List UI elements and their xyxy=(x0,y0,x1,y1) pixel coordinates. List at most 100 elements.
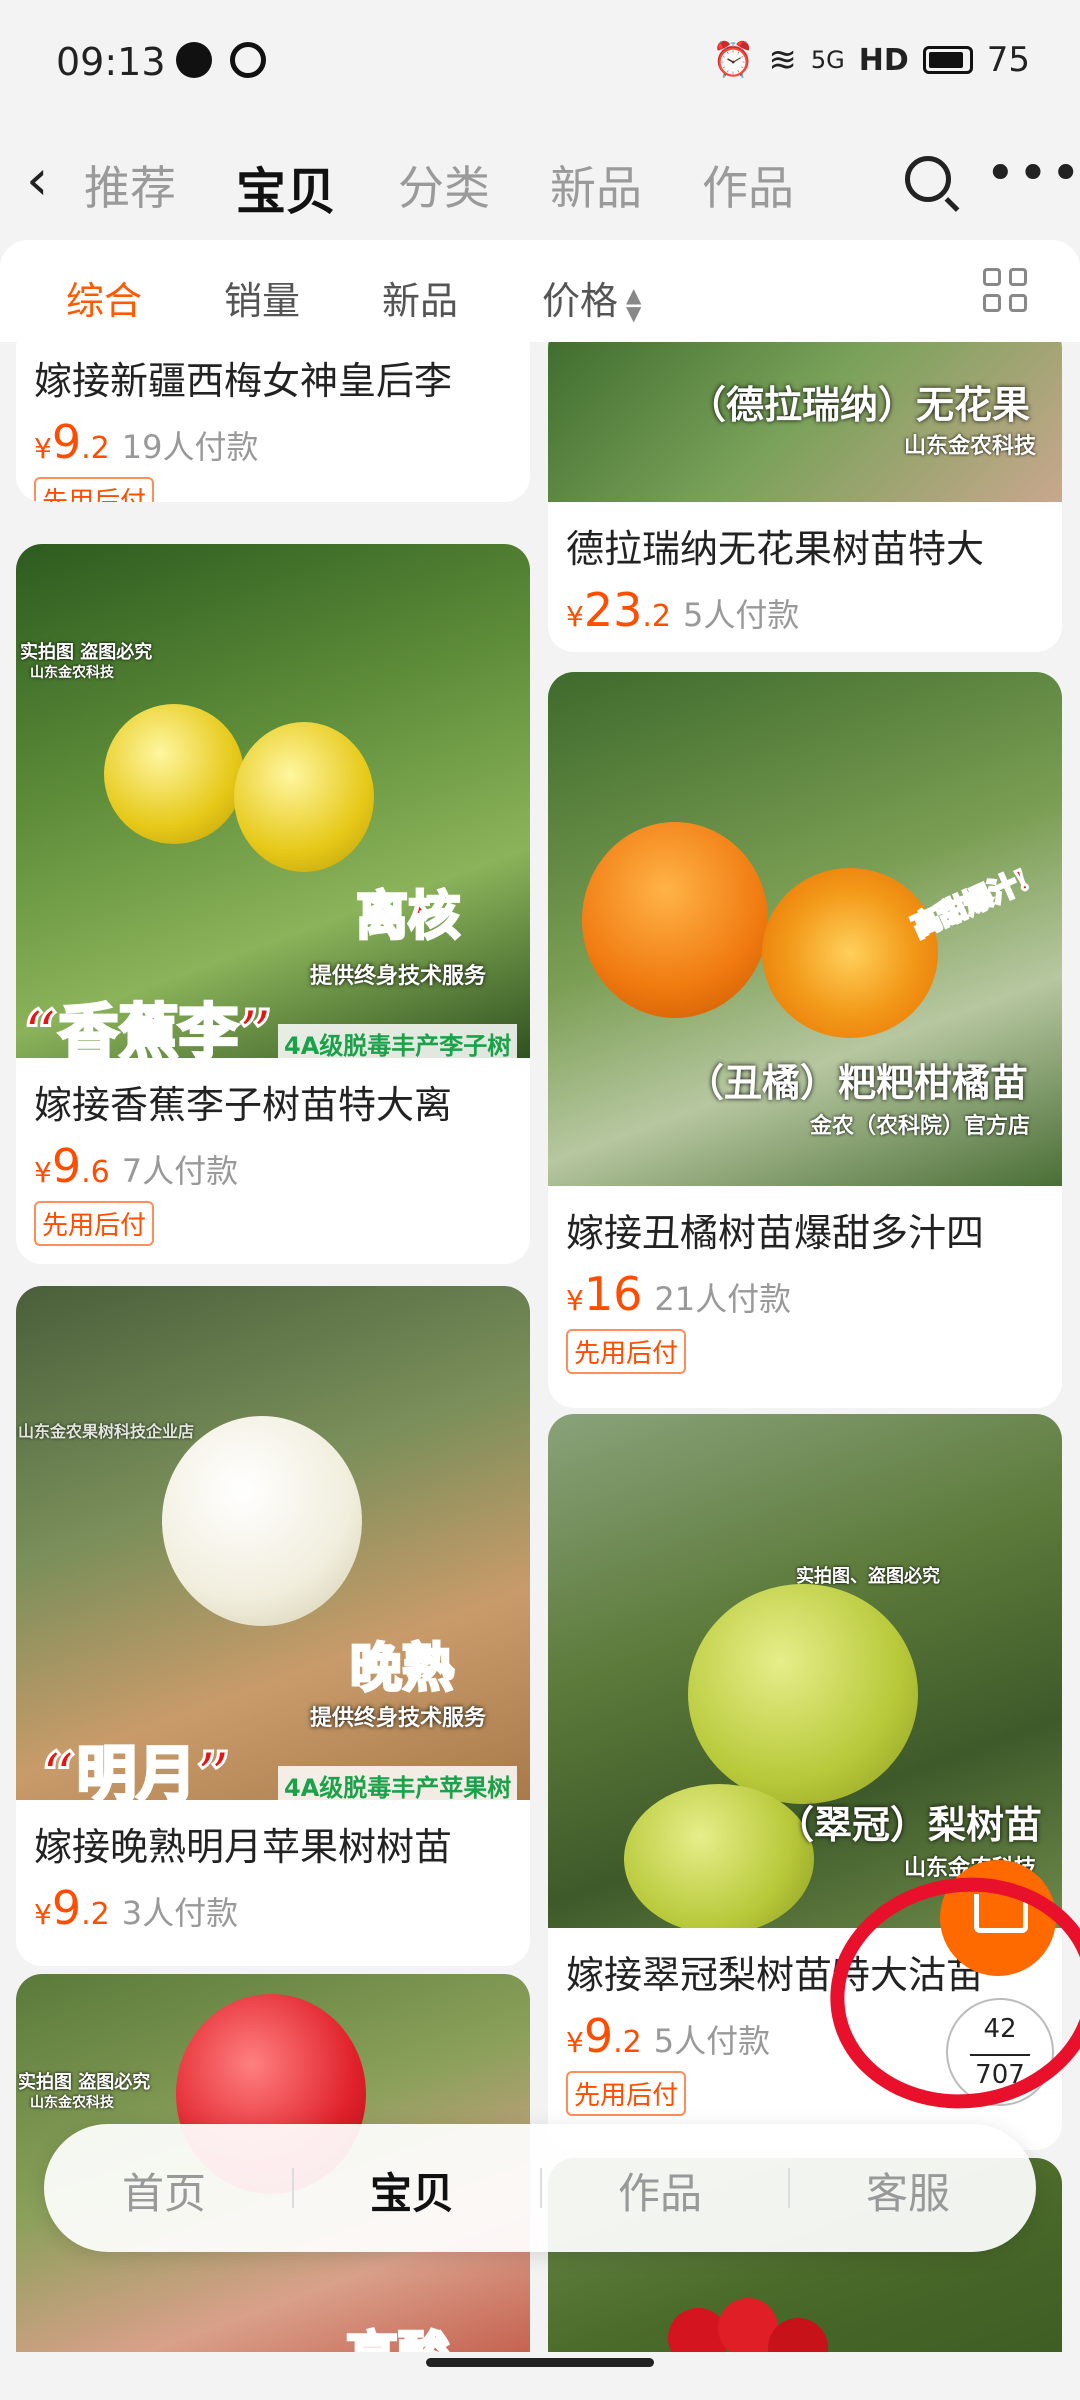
product-image: 实拍图 盗图必究 山东金农科技 离核 提供终身技术服务 “香蕉李” 4A级脱毒丰… xyxy=(16,544,530,1058)
price-decimal: .6 xyxy=(81,1155,110,1190)
image-brand: 山东金农科技 xyxy=(30,665,114,681)
status-bar: 09:13 ⏰ ≋ 5G HD 75 xyxy=(0,0,1080,126)
tab-works[interactable]: 作品 xyxy=(702,152,794,218)
currency-symbol: ¥ xyxy=(566,1284,584,1317)
currency-symbol: ¥ xyxy=(34,432,52,465)
hd-label: HD xyxy=(858,42,909,78)
product-card[interactable]: 实拍图 盗图必究 山东金农科技 离核 提供终身技术服务 “香蕉李” 4A级脱毒丰… xyxy=(16,544,530,1264)
alarm-icon: ⏰ xyxy=(712,40,755,80)
home-indicator[interactable] xyxy=(426,2358,654,2367)
bottom-tab-bar: 首页 宝贝 作品 客服 xyxy=(44,2124,1036,2252)
price-integer: 9 xyxy=(51,1881,82,1935)
image-service: 提供终身技术服务 xyxy=(310,964,487,989)
sort-arrows-icon: ▲ ▼ xyxy=(626,282,642,325)
image-watermark: 山东金农果树科技企业店 xyxy=(18,1422,195,1441)
image-brand: 山东金农科技 xyxy=(904,434,1037,459)
image-side-label: 晚熟 xyxy=(348,1637,455,1701)
image-watermark: 实拍图 盗图必究 xyxy=(20,642,153,663)
grid-view-icon[interactable] xyxy=(983,268,1031,316)
price-decimal: .2 xyxy=(642,599,671,634)
image-side-label: 高酸 xyxy=(344,2314,451,2353)
bottom-tab-home[interactable]: 首页 xyxy=(122,2160,206,2221)
fruit-shape xyxy=(234,722,374,872)
product-title: 嫁接晚熟明月苹果树树苗 xyxy=(34,1825,453,1869)
fruit-shape xyxy=(688,1584,918,1804)
bottom-tab-items[interactable]: 宝贝 xyxy=(370,2160,454,2221)
tab-new[interactable]: 新品 xyxy=(550,152,642,218)
price-decimal: .2 xyxy=(81,1897,110,1932)
sold-count: 21人付款 xyxy=(654,1280,792,1318)
tab-separator xyxy=(292,2168,294,2208)
price-row: ¥9.6 7人付款 xyxy=(16,1129,530,1193)
image-caption: （丑橘）粑粑柑橘苗 xyxy=(686,1061,1029,1105)
image-brand: 金农（农科院）官方店 xyxy=(810,1114,1031,1139)
bottom-tab-service[interactable]: 客服 xyxy=(866,2160,950,2221)
store-nav: ‹ 推荐 宝贝 分类 新品 作品 ••• xyxy=(0,126,1080,238)
price-row: ¥23.2 5人付款 xyxy=(548,573,1062,637)
product-card[interactable]: （德拉瑞纳）无花果 山东金农科技 德拉瑞纳无花果树苗特大 ¥23.2 5人付款 xyxy=(548,342,1062,652)
image-caption: （德拉瑞纳）无花果 xyxy=(688,383,1031,427)
filter-new[interactable]: 新品 xyxy=(382,270,458,325)
product-title: 德拉瑞纳无花果树苗特大 xyxy=(566,527,985,571)
price-integer: 9 xyxy=(583,2009,614,2063)
product-title: 嫁接香蕉李子树苗特大离 xyxy=(34,1083,453,1127)
more-icon[interactable]: ••• xyxy=(985,144,1080,204)
price-decimal: .2 xyxy=(613,2025,642,2060)
filter-overall[interactable]: 综合 xyxy=(66,270,142,325)
tab-recommend[interactable]: 推荐 xyxy=(84,152,176,218)
sort-filter-bar: 综合 销量 新品 价格 ▲ ▼ xyxy=(0,240,1080,342)
tab-separator xyxy=(788,2168,790,2208)
signal-label: 5G xyxy=(810,46,845,74)
battery-icon xyxy=(922,46,973,74)
filter-price-label: 价格 xyxy=(542,279,619,323)
battery-level: 75 xyxy=(986,40,1030,80)
wifi-icon: ≋ xyxy=(768,40,797,80)
image-grade: 4A级脱毒丰产李子树 xyxy=(278,1024,518,1058)
price-row: ¥16 21人付款 xyxy=(548,1257,1062,1321)
status-time: 09:13 xyxy=(56,40,166,84)
sold-count: 5人付款 xyxy=(653,2022,771,2060)
price-integer: 9 xyxy=(51,1139,82,1193)
bottom-tab-works[interactable]: 作品 xyxy=(618,2160,702,2221)
price-integer: 23 xyxy=(583,583,643,637)
product-title: 嫁接新疆西梅女神皇后李 xyxy=(34,359,453,403)
tab-separator xyxy=(540,2168,542,2208)
price-integer: 9 xyxy=(51,415,82,469)
image-side-label: 离核 xyxy=(354,885,461,949)
image-variety: “香蕉李” xyxy=(22,997,274,1059)
pay-later-badge: 先用后付 xyxy=(566,2071,687,2116)
fruit-shape xyxy=(162,1416,362,1626)
currency-symbol: ¥ xyxy=(34,1156,52,1189)
search-icon[interactable] xyxy=(905,156,951,202)
product-image: （德拉瑞纳）无花果 山东金农科技 xyxy=(548,342,1062,502)
chat-app-icon xyxy=(176,42,212,78)
image-variety: “明月” xyxy=(40,1739,232,1801)
currency-symbol: ¥ xyxy=(566,2026,584,2059)
product-title: 嫁接丑橘树苗爆甜多汁四 xyxy=(566,1211,985,1255)
back-arrow-icon[interactable]: ‹ xyxy=(26,148,48,213)
image-grade: 4A级脱毒丰产苹果树 xyxy=(278,1766,518,1800)
filter-price[interactable]: 价格 ▲ ▼ xyxy=(542,270,641,325)
filter-sales[interactable]: 销量 xyxy=(224,270,300,325)
price-row: ¥9.2 19人付款 xyxy=(16,405,530,469)
image-tag: 高甜爆汁! xyxy=(906,862,1036,946)
currency-symbol: ¥ xyxy=(566,600,584,633)
image-brand: 山东金农科技 xyxy=(30,2095,114,2111)
product-image: 实拍图、盗图必究 （翠冠）梨树苗 山东金农科技 xyxy=(548,1414,1062,1928)
fruit-shape xyxy=(762,868,938,1038)
product-card[interactable]: 山东金农果树科技企业店 晚熟 提供终身技术服务 “明月” 4A级脱毒丰产苹果树 … xyxy=(16,1286,530,1966)
image-service: 提供终身技术服务 xyxy=(310,1706,487,1731)
sold-count: 3人付款 xyxy=(121,1894,239,1932)
sold-count: 19人付款 xyxy=(121,428,259,466)
product-card[interactable]: 高甜爆汁! （丑橘）粑粑柑橘苗 金农（农科院）官方店 嫁接丑橘树苗爆甜多汁四 ¥… xyxy=(548,672,1062,1408)
fruit-shape xyxy=(582,822,768,1018)
product-image: 山东金农果树科技企业店 晚熟 提供终身技术服务 “明月” 4A级脱毒丰产苹果树 xyxy=(16,1286,530,1800)
tab-items[interactable]: 宝贝 xyxy=(236,152,336,224)
image-watermark: 实拍图 盗图必究 xyxy=(18,2072,151,2093)
product-card[interactable]: 嫁接新疆西梅女神皇后李 ¥9.2 19人付款 先用后付 xyxy=(16,342,530,502)
tab-category[interactable]: 分类 xyxy=(398,152,490,218)
product-image: 高甜爆汁! （丑橘）粑粑柑橘苗 金农（农科院）官方店 xyxy=(548,672,1062,1186)
pay-later-badge: 先用后付 xyxy=(34,1201,155,1246)
currency-symbol: ¥ xyxy=(34,1898,52,1931)
fruit-shape xyxy=(104,704,244,844)
